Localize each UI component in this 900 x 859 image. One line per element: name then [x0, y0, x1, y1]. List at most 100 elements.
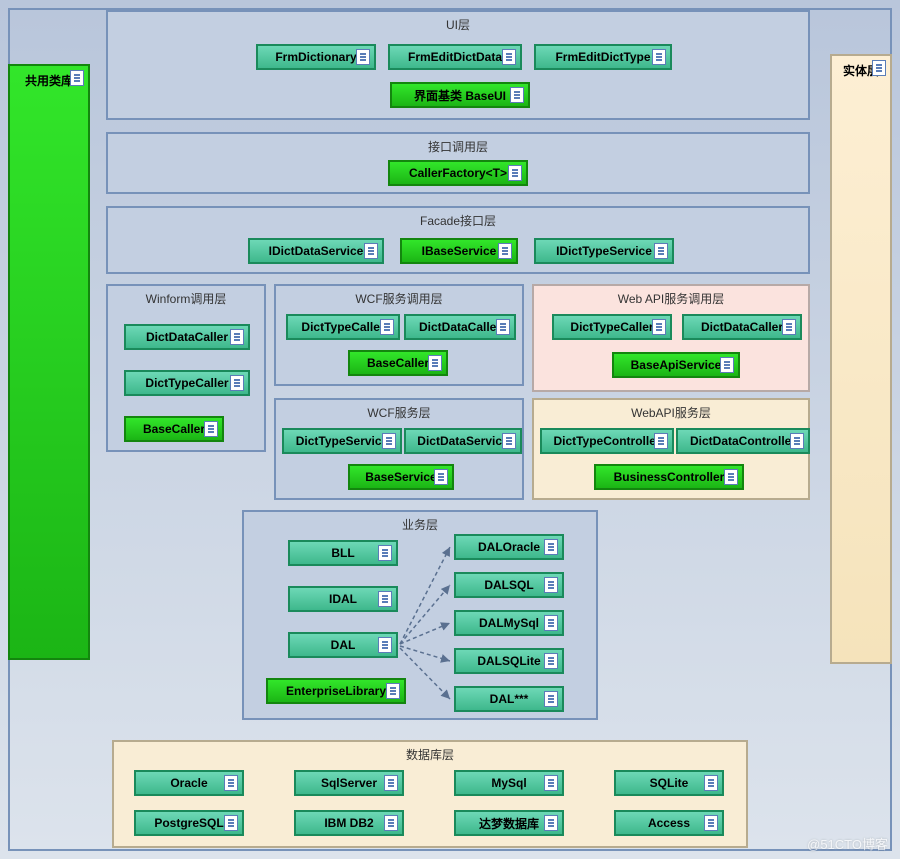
db-oracle: Oracle [134, 770, 244, 796]
ui-layer-title: UI层 [108, 12, 808, 33]
diagram-frame: 共用类库 实体层 UI层 FrmDictionary FrmEditDictDa… [8, 8, 892, 851]
entity-layer-panel: 实体层 [830, 54, 892, 664]
idal: IDAL [288, 586, 398, 612]
wcf-service-title: WCF服务层 [276, 400, 522, 421]
facade-layer: Facade接口层 IDictDataService IBaseService … [106, 206, 810, 274]
doc-icon [508, 165, 522, 181]
doc-icon [224, 815, 238, 831]
db-ibmdb2: IBM DB2 [294, 810, 404, 836]
frm-editdictdata: FrmEditDictData [388, 44, 522, 70]
ibaseservice: IBaseService [400, 238, 518, 264]
bll: BLL [288, 540, 398, 566]
doc-icon [502, 49, 516, 65]
dalsql: DALSQL [454, 572, 564, 598]
ui-layer: UI层 FrmDictionary FrmEditDictData FrmEdi… [106, 10, 810, 120]
doc-icon [378, 545, 392, 561]
winform-call-layer: Winform调用层 DictDataCaller DictTypeCaller… [106, 284, 266, 452]
doc-icon [230, 375, 244, 391]
dicttypecaller-webapi: DictTypeCaller [552, 314, 672, 340]
doc-icon [544, 691, 558, 707]
facade-title: Facade接口层 [108, 208, 808, 229]
dictdatacaller-wcf: DictDataCaller [404, 314, 516, 340]
winform-call-title: Winform调用层 [108, 286, 264, 307]
interface-call-title: 接口调用层 [108, 134, 808, 155]
doc-icon [434, 469, 448, 485]
business-layer: 业务层 BLL IDAL DAL EnterpriseLibrary DALOr… [242, 510, 598, 720]
basecaller-winform: BaseCaller [124, 416, 224, 442]
interface-call-layer: 接口调用层 CallerFactory<T> [106, 132, 810, 194]
doc-icon [544, 653, 558, 669]
db-access: Access [614, 810, 724, 836]
db-layer-title: 数据库层 [114, 742, 746, 763]
doc-icon [782, 319, 796, 335]
dal: DAL [288, 632, 398, 658]
doc-icon [654, 433, 668, 449]
doc-icon [364, 243, 378, 259]
wcf-call-layer: WCF服务调用层 DictTypeCaller DictDataCaller B… [274, 284, 524, 386]
doc-icon [230, 329, 244, 345]
dalsqlite: DALSQLite [454, 648, 564, 674]
doc-icon [502, 433, 516, 449]
doc-icon [496, 319, 510, 335]
frm-editdicttype: FrmEditDictType [534, 44, 672, 70]
doc-icon [544, 615, 558, 631]
db-layer: 数据库层 Oracle SqlServer MySql SQLite Postg… [112, 740, 748, 848]
doc-icon [382, 433, 396, 449]
doc-icon [872, 60, 886, 76]
doc-icon [724, 469, 738, 485]
base-ui: 界面基类 BaseUI [390, 82, 530, 108]
db-sqlite: SQLite [614, 770, 724, 796]
dictdatacaller-winform: DictDataCaller [124, 324, 250, 350]
business-title: 业务层 [244, 512, 596, 533]
doc-icon [386, 683, 400, 699]
db-postgresql: PostgreSQL [134, 810, 244, 836]
doc-icon [498, 243, 512, 259]
doc-icon [790, 433, 804, 449]
doc-icon [70, 70, 84, 86]
doc-icon [384, 815, 398, 831]
db-dameng: 达梦数据库 [454, 810, 564, 836]
doc-icon [428, 355, 442, 371]
dicttypecontroller: DictTypeController [540, 428, 674, 454]
doc-icon [544, 815, 558, 831]
doc-icon [704, 775, 718, 791]
doc-icon [380, 319, 394, 335]
caller-factory: CallerFactory<T> [388, 160, 528, 186]
doc-icon [720, 357, 734, 373]
doc-icon [544, 539, 558, 555]
webapi-service-title: WebAPI服务层 [534, 400, 808, 421]
baseservice-wcf: BaseService [348, 464, 454, 490]
webapi-service-layer: WebAPI服务层 DictTypeController DictDataCon… [532, 398, 810, 500]
baseapiservice: BaseApiService [612, 352, 740, 378]
daloracle: DALOracle [454, 534, 564, 560]
doc-icon [378, 637, 392, 653]
dictdatacaller-webapi: DictDataCaller [682, 314, 802, 340]
webapi-call-layer: Web API服务调用层 DictTypeCaller DictDataCall… [532, 284, 810, 392]
dalstar: DAL*** [454, 686, 564, 712]
doc-icon [652, 319, 666, 335]
idicttypeservice: IDictTypeService [534, 238, 674, 264]
frm-dictionary: FrmDictionary [256, 44, 376, 70]
dicttypecaller-winform: DictTypeCaller [124, 370, 250, 396]
doc-icon [384, 775, 398, 791]
wcf-service-layer: WCF服务层 DictTypeService DictDataService B… [274, 398, 524, 500]
doc-icon [378, 591, 392, 607]
basecaller-wcf: BaseCaller [348, 350, 448, 376]
doc-icon [356, 49, 370, 65]
doc-icon [652, 49, 666, 65]
db-mysql: MySql [454, 770, 564, 796]
dictdataservice-wcf: DictDataService [404, 428, 522, 454]
doc-icon [654, 243, 668, 259]
shared-library-panel: 共用类库 [8, 64, 90, 660]
watermark: @51CTO博客 [807, 834, 888, 853]
dictdatacontroller: DictDataController [676, 428, 810, 454]
doc-icon [510, 87, 524, 103]
businesscontroller: BusinessController [594, 464, 744, 490]
dalmysql: DALMySql [454, 610, 564, 636]
doc-icon [224, 775, 238, 791]
doc-icon [204, 421, 218, 437]
idictdataservice: IDictDataService [248, 238, 384, 264]
dicttypeservice-wcf: DictTypeService [282, 428, 402, 454]
doc-icon [544, 775, 558, 791]
webapi-call-title: Web API服务调用层 [534, 286, 808, 307]
